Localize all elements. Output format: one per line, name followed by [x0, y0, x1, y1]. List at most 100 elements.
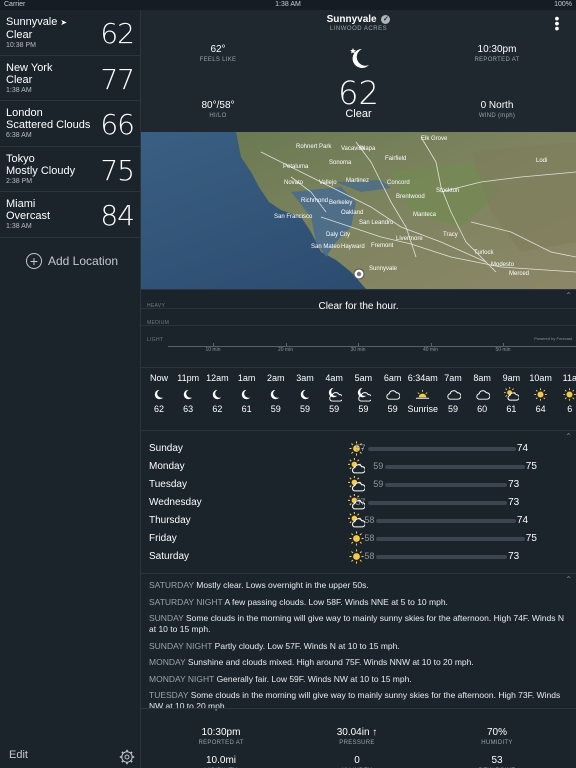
- text-forecast: ⌃ SATURDAY Mostly clear. Lows overnight …: [141, 573, 576, 711]
- daily-row[interactable]: Friday 58 75: [141, 530, 576, 548]
- day-high: 73: [508, 497, 520, 508]
- day-name: Tuesday: [149, 479, 187, 490]
- daily-row[interactable]: Saturday 58 73: [141, 548, 576, 566]
- temp-range-bar: [385, 483, 508, 487]
- clock: 1:38 AM: [275, 1, 301, 8]
- map-city-label: Merced: [509, 271, 529, 277]
- map-city-label: Sunnyvale: [369, 266, 398, 272]
- radar-map[interactable]: Elk Grove Rohnert Park Petaluma Napa Vacavil…: [141, 132, 576, 289]
- map-city-label: Vallejo: [319, 180, 337, 186]
- temp-range-bar: [367, 501, 508, 505]
- detail-stat-label: HUMIDITY: [481, 740, 513, 746]
- map-city-label: Fremont: [371, 243, 394, 249]
- detail-stat-value: 10:30pm: [201, 727, 241, 738]
- day-name: Saturday: [149, 551, 190, 562]
- forecast-paragraph: MONDAY Sunshine and clouds mixed. High a…: [149, 657, 568, 668]
- location-row[interactable]: Tokyo Mostly Cloudy 2:38 PM 75: [0, 147, 140, 192]
- location-row[interactable]: Miami Overcast 1:38 AM 84: [0, 192, 140, 238]
- map-city-label: Fairfield: [385, 156, 406, 162]
- detail-stat-value: 0: [354, 755, 360, 766]
- more-menu-icon[interactable]: • • •: [554, 11, 560, 35]
- daily-row[interactable]: Tuesday 59 73: [141, 475, 576, 494]
- detail-stat: 10.0miVISIBILITY: [161, 755, 281, 768]
- map-city-label: Sonoma: [329, 160, 352, 166]
- daily-row[interactable]: Sunday 57 74: [141, 440, 576, 458]
- daily-row[interactable]: Monday 59 75: [141, 457, 576, 476]
- hour-label: 11a: [562, 373, 576, 383]
- location-temp: 84: [100, 199, 135, 232]
- forecast-text: A few passing clouds. Low 58F. Winds NNE…: [224, 596, 448, 607]
- location-temp: 66: [100, 108, 135, 141]
- day-name: Friday: [149, 533, 177, 544]
- feels-like-value: 62°: [210, 44, 226, 55]
- add-location-label: Add Location: [48, 254, 119, 268]
- day-name: Thursday: [149, 515, 191, 526]
- day-low: 57: [355, 443, 366, 453]
- plus-icon: +: [26, 253, 42, 269]
- hourly-forecast[interactable]: Now 62 11pm 63 12am 62 1am 61 2am 59 3am 59 4am 59 5am…: [141, 367, 576, 430]
- forecast-paragraph: SATURDAY Mostly clear. Lows overnight in…: [149, 580, 568, 591]
- hour-column: 11a 6: [550, 373, 576, 414]
- feels-like: 62° FEELS LIKE: [163, 44, 273, 63]
- location-city-name: London: [6, 107, 43, 119]
- location-row[interactable]: London Scattered Clouds 6:38 AM 66: [0, 101, 140, 147]
- forecast-period: SATURDAY NIGHT: [149, 596, 223, 607]
- detail-stat-label: PRESSURE: [339, 740, 375, 746]
- day-low: 58: [364, 533, 375, 543]
- map-city-label: Brentwood: [396, 194, 425, 200]
- day-name: Wednesday: [149, 497, 202, 508]
- detail-stat: 10:30pm REPORTED AT: [161, 727, 281, 746]
- edit-button[interactable]: Edit: [9, 749, 28, 761]
- current-temperature: 62: [338, 74, 379, 112]
- map-city-label: Oakland: [341, 210, 363, 216]
- daily-row[interactable]: Thursday 58 74: [141, 511, 576, 530]
- day-name: Sunday: [149, 443, 183, 454]
- map-city-label: San Mateo: [311, 244, 341, 250]
- location-city-name: Miami: [6, 198, 36, 210]
- add-location-button[interactable]: + Add Location: [26, 253, 118, 269]
- forecast-paragraph: SUNDAY NIGHT Partly cloudy. Low 57F. Win…: [149, 641, 568, 652]
- map-city-label: Concord: [387, 180, 410, 186]
- gear-icon[interactable]: [119, 749, 135, 765]
- daily-row[interactable]: Wednesday 57 73: [141, 493, 576, 512]
- location-row[interactable]: New York Clear 1:38 AM 77: [0, 56, 140, 101]
- map-city-label: Berkeley: [329, 200, 352, 206]
- map-city-label: Hayward: [341, 244, 365, 250]
- precip-tick-label: 40 min: [422, 347, 438, 353]
- forecast-text: Some clouds in the morning will give way…: [149, 613, 564, 634]
- forecast-credit: Powered by Forecast: [534, 336, 572, 341]
- precipitation-chart: ⌃ HEAVY MEDIUM LIGHT Clear for the hour.…: [141, 289, 576, 367]
- location-row[interactable]: Sunnyvale ➤ Clear 10:38 PM 62: [0, 10, 140, 56]
- detail-stat-value: 53: [491, 755, 503, 766]
- reported-at-value: 10:30pm: [477, 44, 517, 55]
- location-temp: 62: [100, 17, 135, 50]
- city-title: Sunnyvale ✓: [141, 14, 576, 25]
- precip-tick-label: 30 min: [350, 347, 366, 353]
- detail-stat-label: REPORTED AT: [198, 740, 244, 746]
- forecast-period: SATURDAY: [149, 580, 194, 590]
- map-city-label: San Francisco: [274, 214, 313, 220]
- current-condition: Clear: [345, 108, 372, 120]
- precip-tick-mark: [285, 343, 287, 346]
- detail-stats: 10:30pm REPORTED AT 30.04in ↑ PRESSURE 70% HU…: [141, 708, 576, 768]
- forecast-text: Generally fair. Low 59F. Winds NW at 10 …: [216, 673, 412, 684]
- map-city-label: Manteca: [413, 212, 437, 218]
- temp-range-bar: [376, 537, 525, 541]
- day-low: 58: [364, 515, 375, 525]
- location-list: Sunnyvale ➤ Clear 10:38 PM 62 New York Clear 1:…: [0, 10, 140, 238]
- map-city-label: Lodi: [536, 158, 547, 164]
- collapse-chevron-icon[interactable]: ⌃: [565, 291, 572, 300]
- map-image[interactable]: Elk GroveRohnert ParkPetalumaNapaVacavil…: [141, 132, 576, 289]
- map-city-label: Livermore: [396, 236, 423, 242]
- day-name: Monday: [149, 461, 185, 472]
- day-high: 73: [508, 551, 520, 562]
- location-city-name: Sunnyvale: [6, 16, 58, 28]
- location-city-name: Tokyo: [6, 152, 35, 165]
- location-temp: 75: [100, 153, 135, 187]
- clear-night-icon: [350, 48, 369, 68]
- collapse-chevron-icon[interactable]: ⌃: [565, 575, 572, 584]
- forecast-paragraph: MONDAY NIGHT Generally fair. Low 59F. Wi…: [149, 674, 568, 685]
- precip-tick-mark: [358, 343, 359, 346]
- map-city-label: Novato: [284, 180, 304, 186]
- location-arrow-icon: ➤: [60, 18, 68, 27]
